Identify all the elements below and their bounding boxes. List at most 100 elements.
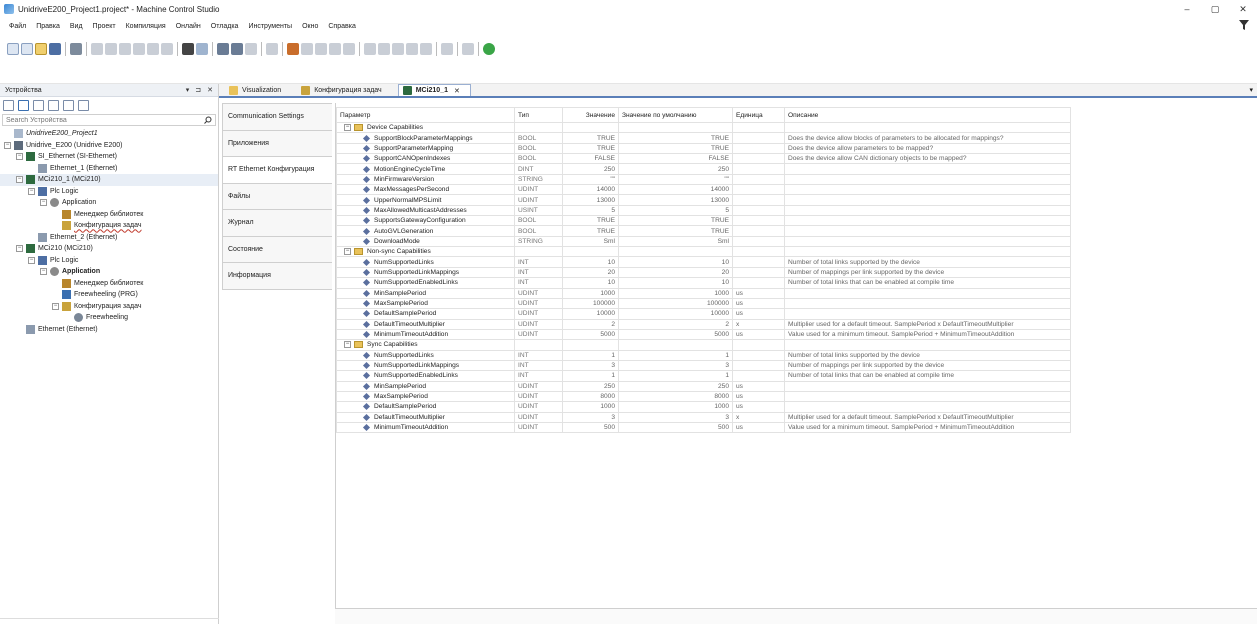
parameter-row[interactable]: AutoGVLGeneration BOOL TRUE TRUE: [336, 225, 1071, 237]
parameter-row[interactable]: MinSamplePeriod UDINT 250 250 us: [336, 380, 1071, 392]
add-object-icon[interactable]: [231, 43, 243, 55]
parameter-row[interactable]: SupportsGatewayConfiguration BOOL TRUE TRUE: [336, 215, 1071, 227]
param-value[interactable]: 14000: [562, 184, 619, 196]
collapse-toggle-icon[interactable]: −: [344, 124, 351, 132]
step-out-icon[interactable]: [392, 43, 404, 55]
tree-node[interactable]: Конфигурация задач: [0, 220, 218, 232]
tree-node[interactable]: Freewheeling (PRG): [0, 289, 218, 301]
group-row[interactable]: − Sync Capabilities: [336, 339, 1071, 351]
parameter-row[interactable]: NumSupportedEnabledLinks INT 1 1 Number of t…: [336, 370, 1071, 382]
tree-node[interactable]: UnidriveE200_Project1: [0, 128, 218, 140]
menu-window[interactable]: Окно: [297, 23, 323, 30]
parameter-row[interactable]: MaxSamplePeriod UDINT 100000 100000 us: [336, 297, 1071, 310]
param-value[interactable]: 2: [562, 318, 619, 330]
parameter-row[interactable]: NumSupportedLinkMappings INT 20 20 Number of…: [336, 266, 1071, 279]
delete-icon[interactable]: [161, 43, 173, 55]
pane-close-button[interactable]: ✕: [207, 86, 213, 94]
column-header-parameter[interactable]: Параметр: [336, 107, 515, 123]
tree-node[interactable]: Ethernet_1 (Ethernet): [0, 163, 218, 175]
step-over-icon[interactable]: [364, 43, 376, 55]
collapse-toggle-icon[interactable]: −: [344, 341, 351, 349]
tree-node[interactable]: − MCi210_1 (MCi210): [0, 174, 218, 186]
tree-node[interactable]: − Unidrive_E200 (Unidrive E200): [0, 140, 218, 152]
tree-node[interactable]: − Application: [0, 197, 218, 209]
param-value[interactable]: 10: [562, 256, 619, 268]
tree-node[interactable]: − MCi210 (MCi210): [0, 243, 218, 255]
menu-tools[interactable]: Инструменты: [243, 23, 297, 30]
maximize-button[interactable]: ▢: [1201, 0, 1229, 18]
side-tab[interactable]: Приложения: [222, 129, 332, 157]
param-value[interactable]: 1000: [562, 401, 619, 413]
collapse-toggle-icon[interactable]: −: [16, 245, 23, 253]
parameter-row[interactable]: MinimumTimeoutAddition UDINT 500 500 us Value…: [336, 421, 1071, 434]
login-icon[interactable]: [287, 43, 299, 55]
minimize-button[interactable]: –: [1173, 0, 1201, 18]
menu-edit[interactable]: Правка: [31, 23, 65, 30]
side-tab[interactable]: Состояние: [222, 235, 332, 263]
column-header-value[interactable]: Значение: [562, 107, 619, 123]
run-to-cursor-icon[interactable]: [406, 43, 418, 55]
parameter-row[interactable]: NumSupportedLinkMappings INT 3 3 Number of m…: [336, 359, 1071, 372]
tabs-dropdown-icon[interactable]: ▾: [1249, 86, 1253, 94]
redo-icon[interactable]: [105, 43, 117, 55]
reset-icon[interactable]: [343, 43, 355, 55]
param-value[interactable]: 8000: [562, 390, 619, 403]
param-value[interactable]: 1000: [562, 287, 619, 299]
menu-build[interactable]: Компиляция: [121, 23, 171, 30]
param-value[interactable]: 250: [562, 380, 619, 392]
paste-icon[interactable]: [147, 43, 159, 55]
tree-node[interactable]: Freewheeling: [0, 312, 218, 324]
side-tab[interactable]: Файлы: [222, 182, 332, 210]
tree-node[interactable]: Менеджер библиотек: [0, 209, 218, 221]
column-header-default[interactable]: Значение по умолчанию: [618, 107, 733, 123]
param-value[interactable]: 100000: [562, 297, 619, 310]
tab-visualization[interactable]: Visualization: [225, 84, 291, 96]
new-file-icon[interactable]: [21, 43, 33, 55]
find-icon[interactable]: [182, 43, 194, 55]
tree-node[interactable]: − Application: [0, 266, 218, 278]
filter-icon[interactable]: [1239, 20, 1249, 30]
parameter-row[interactable]: MaxMessagesPerSecond UDINT 14000 14000: [336, 184, 1071, 196]
side-tab[interactable]: Информация: [222, 262, 332, 290]
sort-icon[interactable]: [3, 100, 14, 111]
parameter-row[interactable]: NumSupportedEnabledLinks INT 10 10 Number of…: [336, 277, 1071, 289]
filter-tree-icon[interactable]: [33, 100, 44, 111]
undo-icon[interactable]: [91, 43, 103, 55]
tree-node[interactable]: Ethernet (Ethernet): [0, 324, 218, 336]
param-value[interactable]: 13000: [562, 194, 619, 206]
collapse-toggle-icon[interactable]: −: [40, 199, 47, 207]
parameter-row[interactable]: DownloadMode STRING Sml Sml: [336, 235, 1071, 248]
collapse-toggle-icon[interactable]: −: [40, 268, 47, 276]
param-value[interactable]: 250: [562, 163, 619, 175]
parameter-row[interactable]: NumSupportedLinks INT 10 10 Number of total …: [336, 256, 1071, 268]
param-value[interactable]: 5000: [562, 328, 619, 341]
save-icon[interactable]: [49, 43, 61, 55]
collapse-toggle-icon[interactable]: −: [52, 302, 59, 310]
write-values-icon[interactable]: [441, 43, 453, 55]
run-icon[interactable]: [315, 43, 327, 55]
properties-icon[interactable]: [78, 100, 89, 111]
search-icon[interactable]: [204, 116, 212, 124]
side-tab[interactable]: RT Ethernet Конфигурация: [222, 156, 332, 184]
new-project-icon[interactable]: [7, 43, 19, 55]
close-button[interactable]: ✕: [1229, 0, 1257, 18]
param-value[interactable]: 500: [562, 421, 619, 434]
tree-node[interactable]: − Plc Logic: [0, 255, 218, 267]
collapse-toggle-icon[interactable]: −: [4, 141, 11, 149]
step-into-icon[interactable]: [378, 43, 390, 55]
param-value[interactable]: 5: [562, 204, 619, 217]
parameter-row[interactable]: MaxAllowedMulticastAddresses USINT 5 5: [336, 204, 1071, 217]
param-value[interactable]: 10000: [562, 308, 619, 320]
copy-icon[interactable]: [133, 43, 145, 55]
menu-file[interactable]: Файл: [4, 23, 31, 30]
build-icon[interactable]: [266, 43, 278, 55]
column-header-type[interactable]: Тип: [514, 107, 563, 123]
param-value[interactable]: 3: [562, 411, 619, 423]
param-value[interactable]: 20: [562, 266, 619, 279]
stop-icon[interactable]: [329, 43, 341, 55]
sync-selection-icon[interactable]: [18, 100, 29, 111]
tab-mci210-1[interactable]: MCi210_1 ✕: [397, 84, 471, 96]
parameter-row[interactable]: DefaultTimeoutMultiplier UDINT 2 2 x Multipli…: [336, 318, 1071, 330]
param-value[interactable]: TRUE: [562, 215, 619, 227]
side-tab[interactable]: Журнал: [222, 209, 332, 237]
